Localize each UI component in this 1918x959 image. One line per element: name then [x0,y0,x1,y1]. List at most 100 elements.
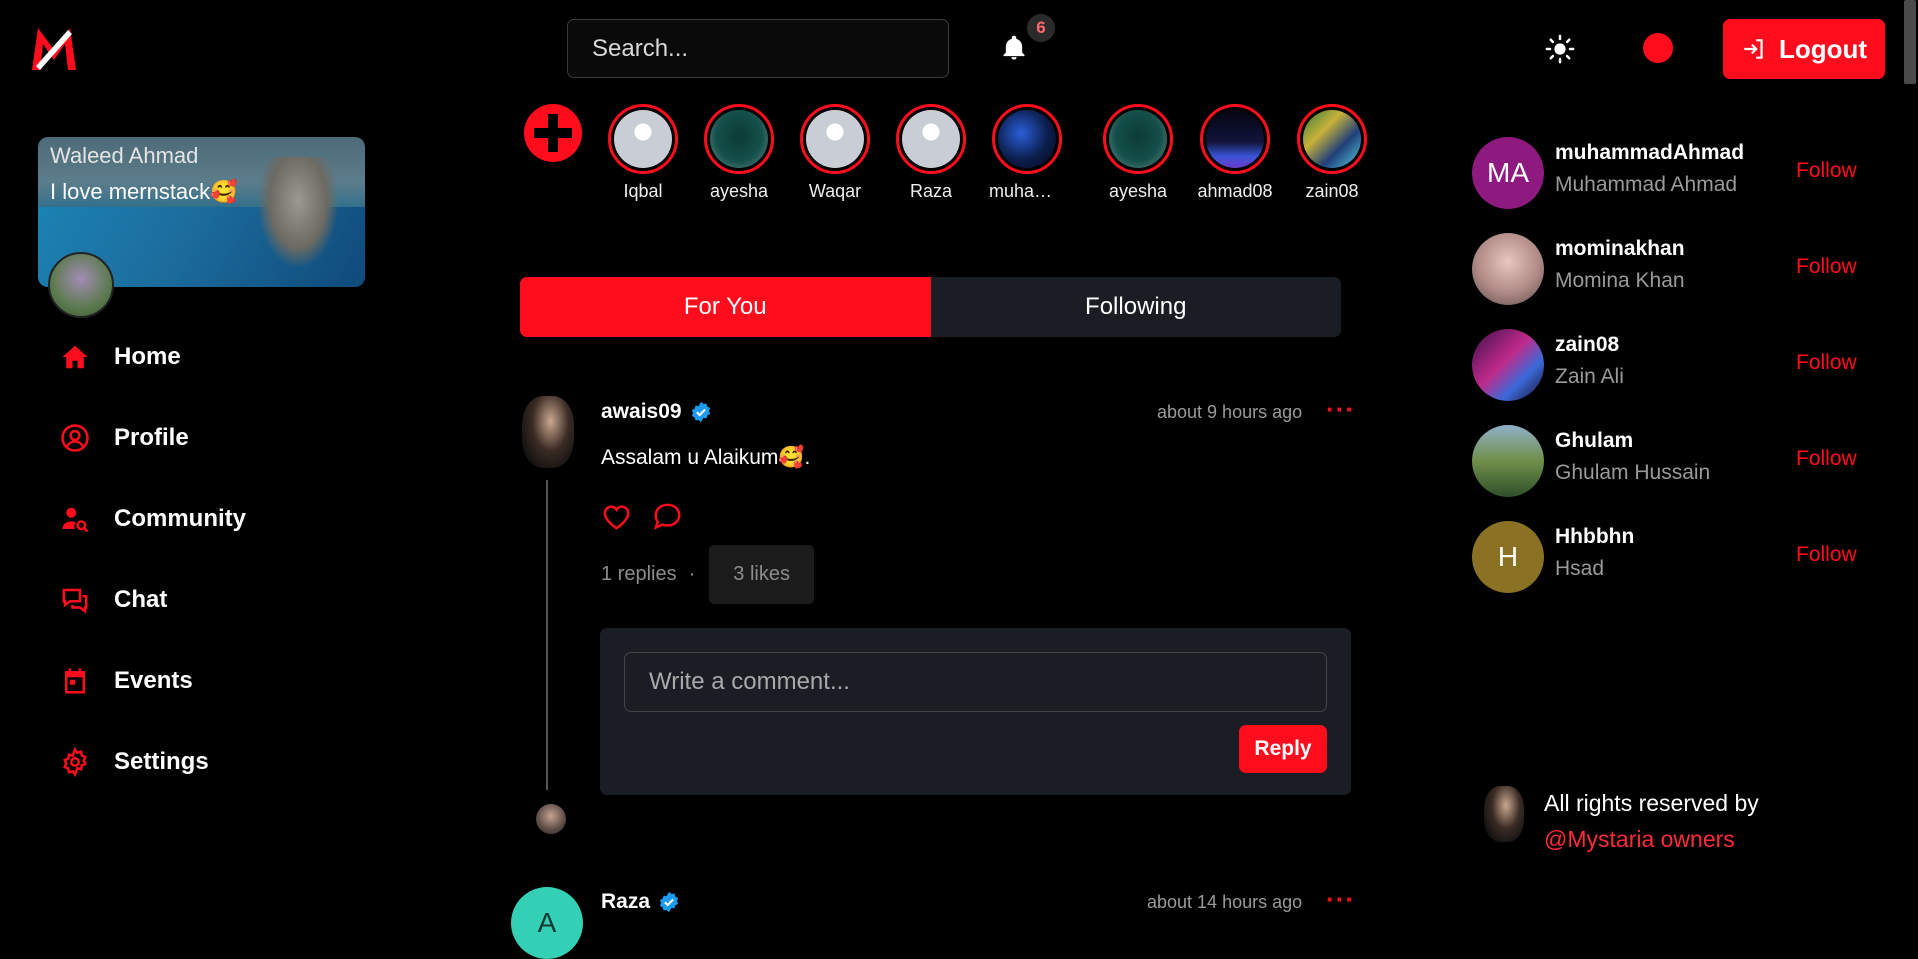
story-avatar [614,110,672,168]
post-author-avatar[interactable]: A [511,887,583,959]
thread-line [546,480,548,790]
suggestion-username[interactable]: muhammadAhmad [1555,141,1744,165]
story-item[interactable]: ahmad08 [1197,104,1273,202]
follow-button[interactable]: Follow [1796,159,1857,183]
suggestion-username[interactable]: Hhbbhn [1555,525,1634,549]
scrollbar[interactable] [1904,0,1916,84]
story-item[interactable]: Iqbal [605,104,681,202]
suggestion-avatar[interactable] [1472,233,1544,305]
nav-chat[interactable]: Chat [60,575,400,625]
nav-home[interactable]: Home [60,332,400,382]
story-avatar [1109,110,1167,168]
suggestion-avatar[interactable] [1472,425,1544,497]
suggestion-name: Momina Khan [1555,269,1685,292]
story-label: Raza [909,181,953,201]
logout-icon [1744,39,1763,59]
add-story-button[interactable] [524,104,582,162]
suggestion-avatar[interactable]: MA [1472,137,1544,209]
replies-count[interactable]: 1 replies [601,563,677,586]
heart-icon[interactable] [600,500,633,533]
nav-events[interactable]: Events [60,656,400,706]
suggestion-name: Hsad [1555,557,1605,580]
calendar-icon [65,668,85,694]
more-options-icon[interactable]: ··· [1326,394,1355,425]
comment-input[interactable] [624,652,1327,712]
follow-button[interactable]: Follow [1796,255,1857,279]
user-avatar-dot[interactable] [1643,33,1673,63]
story-label: Iqbal [623,181,663,201]
sun-icon[interactable] [1545,34,1577,66]
story-label: Waqar [808,181,862,201]
post-actions [600,500,684,533]
story-item[interactable]: Waqar [797,104,873,202]
feed-tabs: For You Following [520,277,1341,337]
story-item[interactable]: ayesha [701,104,777,202]
comment-box: Reply [600,628,1351,795]
story-avatar [1303,110,1361,168]
profile-name: Waleed Ahmad [50,143,199,168]
stats-separator: · [688,563,696,585]
follow-button[interactable]: Follow [1796,543,1857,567]
suggestion-item: mominakhan Momina Khan Follow [1472,233,1892,305]
plus-icon [534,114,572,152]
suggestion-avatar[interactable]: H [1472,521,1544,593]
logout-label: Logout [1778,33,1868,64]
profile-bio: I love mernstack🥰 [50,179,238,204]
post-username[interactable]: awais09 [601,400,682,424]
story-avatar [710,110,768,168]
app-logo[interactable] [28,22,80,74]
tab-following[interactable]: Following [931,277,1342,337]
search-input[interactable] [567,19,949,78]
post-header: Raza [601,890,680,914]
suggestion-username[interactable]: zain08 [1555,333,1619,357]
follow-button[interactable]: Follow [1796,351,1857,375]
story-item[interactable]: ayesha [1100,104,1176,202]
post-author-avatar[interactable] [522,396,574,468]
post-stats: 1 replies · 3 likes [601,545,814,604]
post-time: about 14 hours ago [1147,892,1303,912]
tab-for-you[interactable]: For You [520,277,931,337]
footer-rights: All rights reserved by [1544,790,1759,816]
reply-button[interactable]: Reply [1239,725,1327,773]
user-circle-icon [61,424,89,452]
nav-community-label: Community [114,505,246,532]
bell-icon[interactable] [1000,34,1034,68]
story-label: ayesha [709,181,769,201]
reply-avatar[interactable] [536,804,566,834]
story-label: zain08 [1305,181,1359,201]
suggestion-avatar[interactable] [1472,329,1544,401]
notification-badge: 6 [1027,14,1055,42]
story-label: muhamm... [989,181,1065,201]
post-username[interactable]: Raza [601,890,650,914]
verified-badge-icon [659,891,679,913]
suggestion-item: H Hhbbhn Hsad Follow [1472,521,1892,593]
suggestion-item: zain08 Zain Ali Follow [1472,329,1892,401]
story-label: ahmad08 [1197,181,1273,201]
story-avatar [902,110,960,168]
story-item[interactable]: zain08 [1294,104,1370,202]
nav-community[interactable]: Community [60,494,400,544]
footer-owner-link[interactable]: @Mystaria owners [1544,826,1735,853]
nav-profile-label: Profile [114,424,189,451]
suggestion-name: Muhammad Ahmad [1555,173,1738,196]
cover-statue [258,157,338,267]
story-item[interactable]: muhamm... [989,104,1065,202]
more-options-icon[interactable]: ··· [1326,884,1355,915]
profile-avatar[interactable] [48,252,114,318]
nav-home-label: Home [114,343,181,370]
gear-icon [63,747,87,777]
nav-settings[interactable]: Settings [60,737,400,787]
story-item[interactable]: Raza [893,104,969,202]
suggestion-username[interactable]: mominakhan [1555,237,1685,261]
story-avatar [998,110,1056,168]
likes-count[interactable]: 3 likes [709,545,814,604]
logout-button[interactable]: Logout [1723,19,1885,79]
user-search-icon [62,507,89,533]
nav-settings-label: Settings [114,748,209,775]
suggestion-username[interactable]: Ghulam [1555,429,1633,453]
comment-icon[interactable] [651,500,684,533]
follow-button[interactable]: Follow [1796,447,1857,471]
story-avatar [1206,110,1264,168]
nav-profile[interactable]: Profile [60,413,400,463]
post-header: awais09 [601,400,712,424]
